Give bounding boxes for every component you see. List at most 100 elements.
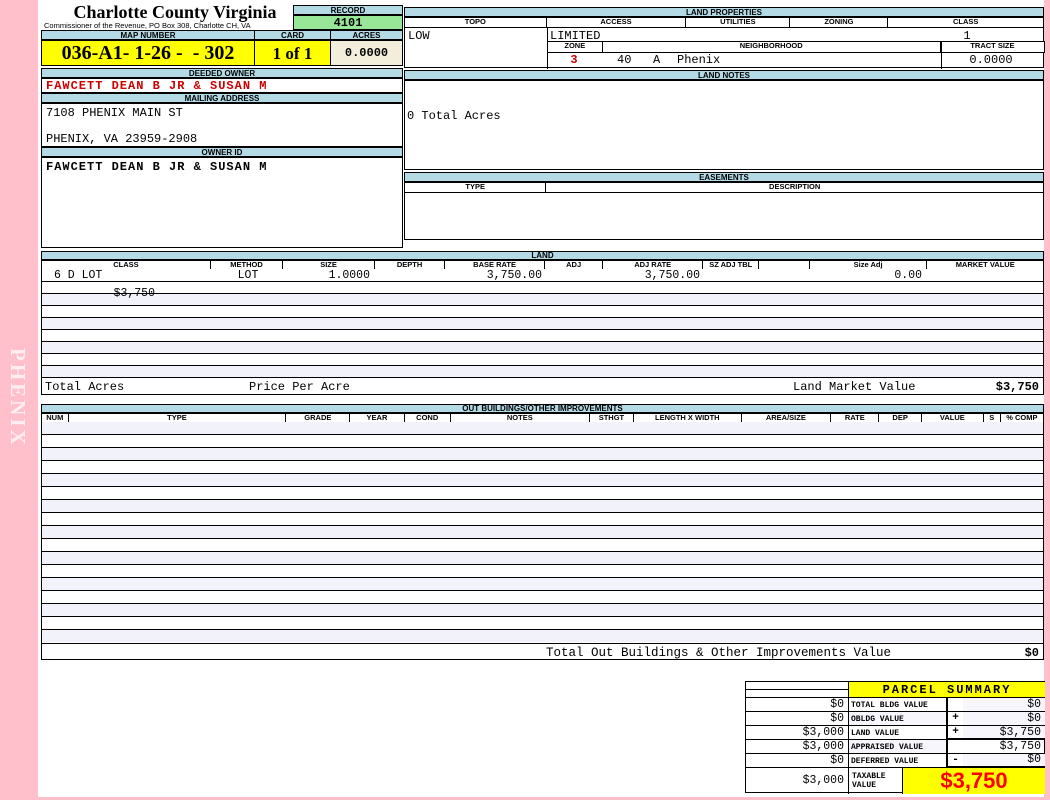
empty-row — [42, 293, 1043, 305]
empty-row — [42, 564, 1043, 577]
mailing-address-box: 7108 PHENIX MAIN ST PHENIX, VA 23959-290… — [41, 103, 403, 147]
neighborhood-code: 40 — [617, 53, 632, 67]
land-market-value-label: Land Market Value — [793, 380, 916, 394]
land-cell-size-adj: 0.00 — [894, 270, 922, 282]
parcel-summary-title: PARCEL SUMMARY — [849, 682, 1045, 698]
ps-op-deferred: - — [946, 754, 963, 768]
tract-size-label: TRACT SIZE — [940, 41, 1045, 53]
ps-label-appraised: APPRAISED VALUE — [849, 740, 946, 754]
land-notes-text: 0 Total Acres — [407, 109, 501, 123]
land-header-row: CLASS METHOD SIZE DEPTH BASE RATE ADJ AD… — [41, 260, 1044, 271]
land-properties-values: LOW LIMITED 1 ZONE NEIGHBORHOOD TRACT SI… — [404, 27, 1045, 69]
ps-header-blank-2 — [746, 690, 849, 698]
land-totals-row: Total Acres Price Per Acre Land Market V… — [41, 377, 1044, 395]
easements-header-row: TYPE DESCRIPTION — [404, 182, 1044, 194]
empty-row — [42, 341, 1043, 353]
ps-header-blank-1 — [746, 682, 849, 690]
land-properties-title: LAND PROPERTIES — [404, 7, 1044, 17]
owner-id-label: OWNER ID — [41, 147, 403, 157]
ps-value-taxable: $3,750 — [903, 768, 1045, 794]
out-buildings-header-row: NUM TYPE GRADE YEAR COND NOTES STHGT LEN… — [41, 413, 1045, 424]
owner-id-value: FAWCETT DEAN B JR & SUSAN M — [46, 160, 268, 174]
empty-row — [42, 616, 1043, 629]
empty-row — [42, 422, 1043, 434]
empty-row — [42, 603, 1043, 616]
ps-prior-taxable: $3,000 — [746, 768, 849, 794]
map-number-label: MAP NUMBER — [41, 30, 255, 40]
land-market-value: $3,750 — [995, 380, 1039, 394]
land-cell-size: 1.0000 — [328, 270, 370, 282]
empty-row — [42, 434, 1043, 447]
neighborhood-label: NEIGHBORHOOD — [602, 41, 941, 53]
out-buildings-body — [41, 422, 1044, 643]
land-row-1: 6 D LOT LOT 1.0000 3,750.00 3,750.00 0.00 $3,7… — [42, 269, 1043, 300]
topo-value: LOW — [408, 29, 430, 43]
ps-value-land: $3,750 — [963, 726, 1045, 740]
empty-row — [42, 538, 1043, 551]
empty-row — [42, 499, 1043, 512]
record-value: 4101 — [293, 15, 403, 30]
ps-value-appraised: $3,750 — [946, 740, 1045, 754]
sidebar-watermark: PHENIX — [6, 348, 30, 448]
ps-op-obldg: + — [946, 712, 963, 726]
ps-prior-deferred: $0 — [746, 754, 849, 768]
deeded-owner-value: FAWCETT DEAN B JR & SUSAN M — [41, 78, 403, 93]
easements-title: EASEMENTS — [404, 172, 1044, 182]
empty-row — [42, 577, 1043, 590]
address-line-1: 7108 PHENIX MAIN ST — [46, 106, 183, 120]
ps-value-total-bldg: $0 — [963, 698, 1045, 712]
ps-prior-obldg: $0 — [746, 712, 849, 726]
empty-row — [42, 353, 1043, 365]
out-buildings-total-value: $0 — [1024, 646, 1039, 660]
land-cell-base-rate: 3,750.00 — [486, 270, 542, 282]
ps-label-taxable: TAXABLE VALUE — [849, 768, 903, 794]
acres-value: 0.0000 — [331, 40, 403, 66]
land-properties-header-row: TOPO ACCESS UTILITIES ZONING CLASS — [404, 17, 1044, 29]
empty-row — [42, 447, 1043, 460]
empty-row — [42, 460, 1043, 473]
zone-header-row: ZONE NEIGHBORHOOD TRACT SIZE — [547, 41, 1045, 53]
ps-value-obldg: $0 — [963, 712, 1045, 726]
price-per-acre-label: Price Per Acre — [249, 380, 350, 394]
empty-row — [42, 629, 1043, 642]
land-cell-adj-rate: 3,750.00 — [644, 270, 700, 282]
ps-op-land: + — [946, 726, 963, 740]
empty-row — [42, 486, 1043, 499]
ps-value-deferred: $0 — [963, 754, 1045, 768]
easements-body — [404, 192, 1044, 240]
land-title: LAND — [41, 251, 1044, 260]
neighborhood-name: Phenix — [677, 53, 721, 67]
out-buildings-total-row: Total Out Buildings & Other Improvements… — [41, 643, 1044, 660]
ps-op-total-bldg — [946, 698, 963, 712]
zone-value: 3 — [570, 53, 578, 67]
neighborhood-sub: A — [653, 53, 661, 67]
land-body: 6 D LOT LOT 1.0000 3,750.00 3,750.00 0.00 $3,7… — [41, 269, 1044, 377]
empty-row — [42, 317, 1043, 329]
out-buildings-title: OUT BUILDINGS/OTHER IMPROVEMENTS — [41, 404, 1044, 413]
ps-label-obldg: OBLDG VALUE — [849, 712, 946, 726]
parcel-summary: PARCEL SUMMARY $0 TOTAL BLDG VALUE $0 $0… — [745, 681, 1045, 794]
ps-label-total-bldg: TOTAL BLDG VALUE — [849, 698, 946, 712]
property-record-card: PHENIX Charlotte County Virginia Commiss… — [0, 0, 1050, 800]
land-notes-box: 0 Total Acres — [404, 80, 1044, 170]
tract-size-value: 0.0000 — [969, 53, 1013, 67]
county-title: Charlotte County Virginia — [73, 2, 277, 22]
empty-row — [42, 473, 1043, 486]
empty-row — [42, 281, 1043, 293]
zone-label: ZONE — [547, 41, 603, 53]
land-cell-market-value: $3,750 — [113, 288, 155, 300]
empty-row — [42, 525, 1043, 538]
empty-row — [42, 329, 1043, 341]
mailing-address-label: MAILING ADDRESS — [41, 93, 403, 103]
out-buildings-total-label: Total Out Buildings & Other Improvements… — [546, 646, 892, 660]
land-notes-title: LAND NOTES — [404, 70, 1044, 80]
land-cell-class: 6 D LOT — [54, 270, 103, 282]
land-cell-method: LOT — [237, 270, 259, 282]
acres-label: ACRES — [331, 30, 403, 40]
empty-row — [42, 512, 1043, 525]
ps-label-land: LAND VALUE — [849, 726, 946, 740]
empty-row — [42, 365, 1043, 377]
commissioner-line: Commissioner of the Revenue, PO Box 308,… — [44, 21, 251, 30]
ps-prior-land: $3,000 — [746, 726, 849, 740]
empty-row — [42, 551, 1043, 564]
